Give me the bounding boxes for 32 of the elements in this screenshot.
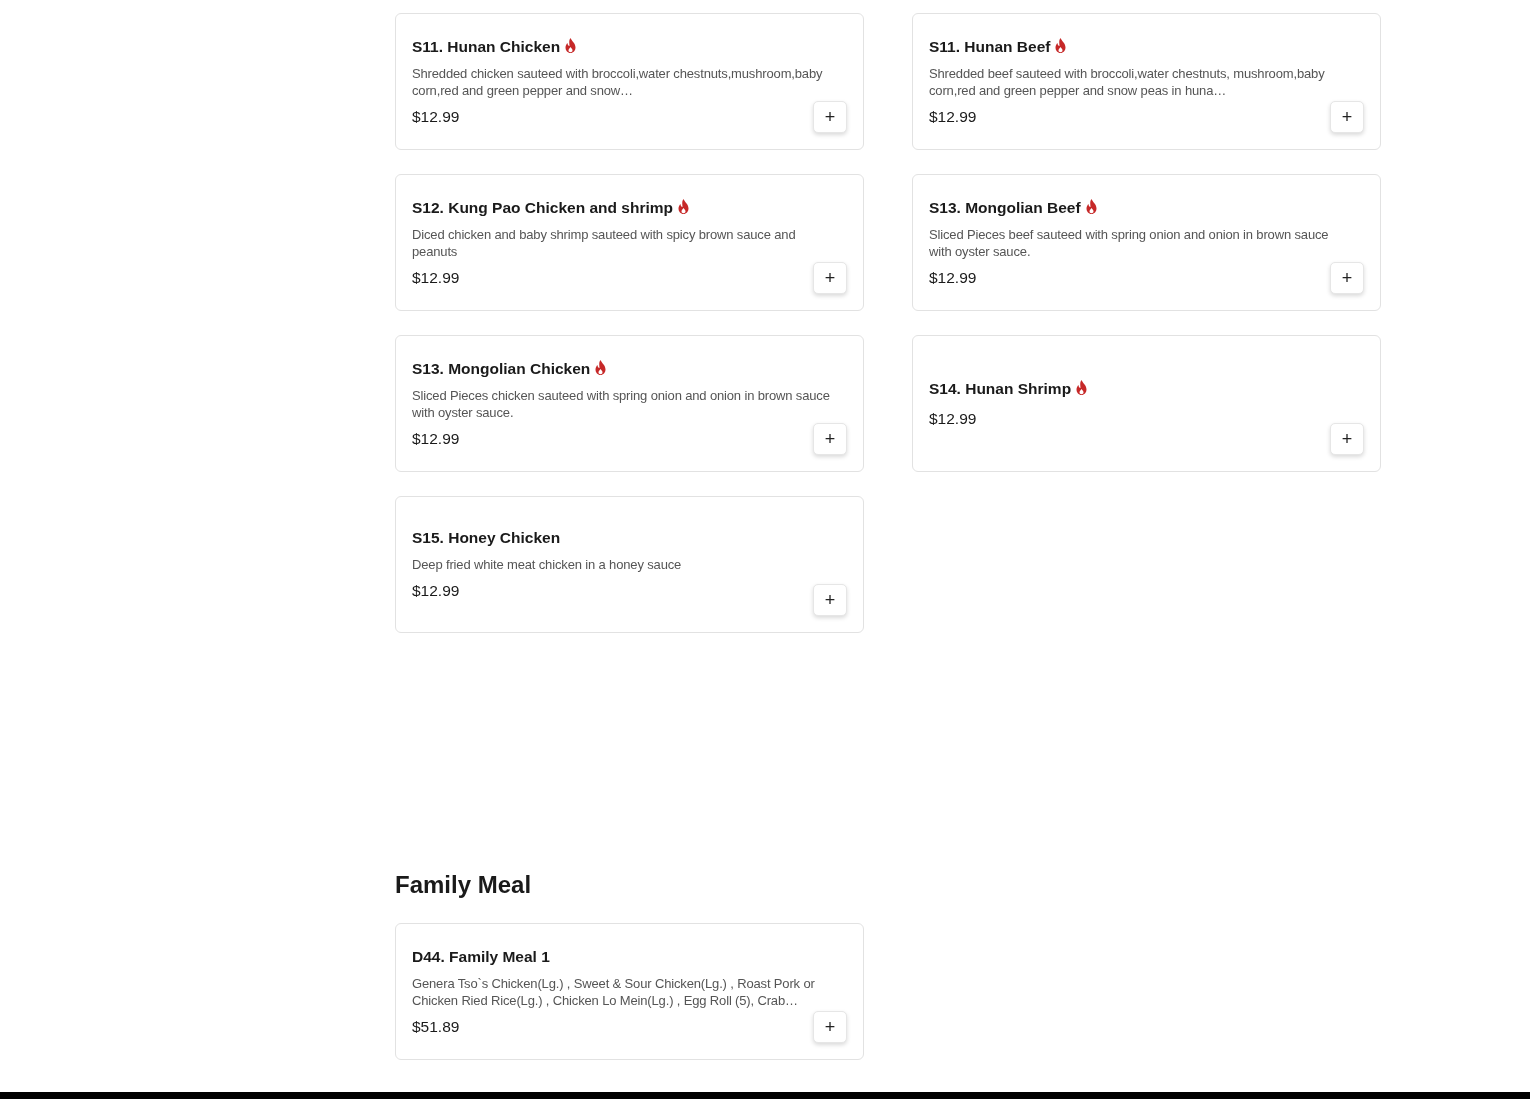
add-button[interactable]: + — [813, 423, 847, 455]
dish-price: $12.99 — [412, 428, 460, 449]
dish-price: $12.99 — [929, 408, 977, 429]
dish-name: D44. Family Meal 1 — [412, 947, 550, 965]
add-button[interactable]: + — [813, 101, 847, 133]
section-heading: Family Meal — [395, 871, 533, 900]
add-button[interactable]: + — [1330, 262, 1364, 294]
dish-name: S13. Mongolian Chicken — [412, 359, 591, 377]
dish-description: Sliced Pieces beef sauteed with spring onion and onion in brown sauce with oyster sauce. — [929, 225, 1330, 260]
dish-name: S12. Kung Pao Chicken and shrimp — [412, 198, 673, 216]
dish-price: $12.99 — [412, 267, 460, 288]
dish-description: Genera Tso`s Chicken(Lg.) , Sweet & Sour Chicken(Lg.) , Roast Pork or Chicken Ried Rice(Lg.) , Chicken Lo Mein(Lg.) , Egg Roll (5), Crab… — [412, 974, 816, 1009]
add-button[interactable]: + — [1330, 423, 1364, 455]
add-button[interactable]: + — [813, 1010, 847, 1043]
add-button[interactable]: + — [1330, 101, 1364, 133]
dish-price: $12.99 — [929, 106, 977, 127]
dish-description: Deep fried white meat chicken in a honey sauce — [412, 556, 683, 574]
dish-name: S11. Hunan Chicken — [412, 37, 561, 55]
dish-name: S14. Hunan Shrimp — [929, 379, 1072, 397]
dish-name: S15. Honey Chicken — [412, 529, 561, 547]
dish-description: Diced chicken and baby shrimp sauteed with spicy brown sauce and peanuts — [412, 225, 797, 260]
dish-description: Shredded chicken sauteed with broccoli,water chestnuts,mushroom,baby corn,red and green pepper and snow… — [412, 64, 824, 99]
add-button[interactable]: + — [813, 262, 847, 294]
add-button[interactable]: + — [813, 584, 847, 616]
dish-price: $51.89 — [412, 1016, 460, 1037]
dish-description: Shredded beef sauteed with broccoli,water chestnuts, mushroom,baby corn,red and green pepper and snow peas in huna… — [929, 64, 1326, 99]
dish-price: $12.99 — [412, 106, 460, 127]
dish-price: $12.99 — [929, 267, 977, 288]
dish-price: $12.99 — [412, 581, 460, 602]
dish-name: S11. Hunan Beef — [929, 37, 1051, 55]
dish-name: S13. Mongolian Beef — [929, 198, 1081, 216]
dish-description: Sliced Pieces chicken sauteed with spring onion and onion in brown sauce with oyster sauce. — [412, 386, 831, 421]
